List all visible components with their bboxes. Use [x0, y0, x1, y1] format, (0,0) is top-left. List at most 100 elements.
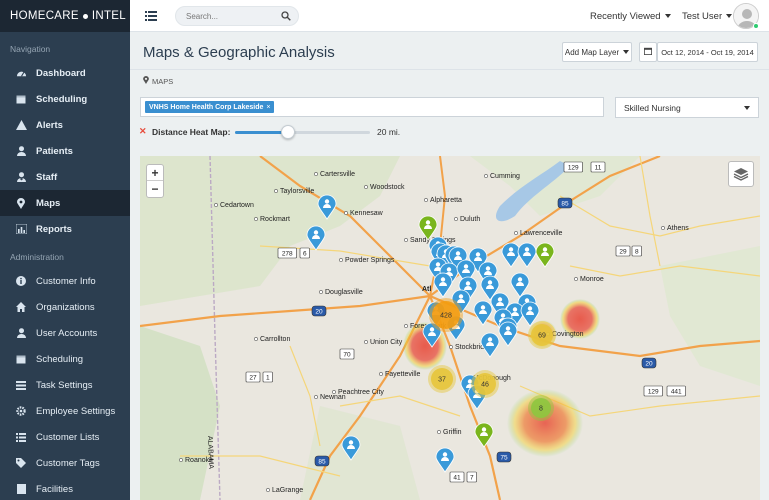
- road-shield: 27: [245, 371, 261, 383]
- city-dot: [332, 390, 336, 394]
- road-shield-label: 29: [619, 249, 627, 256]
- sidebar-item-customer-lists[interactable]: Customer Lists: [0, 424, 130, 450]
- road-shield-label: 129: [568, 165, 579, 172]
- road-shield: 129: [563, 161, 583, 173]
- city-dot: [404, 324, 408, 328]
- sidebar-item-facilities[interactable]: Facilities: [0, 476, 130, 500]
- marker-cluster[interactable]: 46: [471, 370, 499, 398]
- city-label: Peachtree City: [338, 389, 384, 396]
- road-shield-label: 27: [249, 375, 257, 382]
- online-status-indicator: [753, 23, 759, 29]
- sidebar-item-label: Customer Info: [36, 275, 96, 287]
- zoom-in-button[interactable]: +: [147, 165, 163, 181]
- heat-map-remove-icon[interactable]: ✕: [139, 126, 147, 137]
- sidebar-item-patients[interactable]: Patients: [0, 138, 130, 164]
- city-dot: [574, 277, 578, 281]
- map-view[interactable]: Cartersville Taylorsville Cedartown Rockmar…: [140, 156, 760, 500]
- road-shield-label: 6: [303, 251, 307, 258]
- marker-cluster[interactable]: 37: [428, 365, 456, 393]
- distance-slider-handle[interactable]: [280, 125, 295, 139]
- date-range-picker[interactable]: Oct 12, 2014 - Oct 19, 2014: [657, 42, 758, 62]
- user-icon: [14, 144, 28, 158]
- brand-left: HOMECARE: [10, 10, 79, 22]
- tag-remove-icon[interactable]: ×: [266, 104, 270, 111]
- chevron-down-icon: [623, 50, 630, 54]
- city-dot: [339, 258, 343, 262]
- sidebar-item-employee-settings[interactable]: Employee Settings: [0, 398, 130, 424]
- road-shield: 20: [311, 305, 327, 317]
- sidebar-item-dashboard[interactable]: Dashboard: [0, 60, 130, 86]
- recently-viewed-dropdown[interactable]: Recently Viewed: [590, 11, 671, 22]
- road-shield: 441: [666, 385, 686, 397]
- sidebar-item-maps[interactable]: Maps: [0, 190, 130, 216]
- road-shield-label: 129: [648, 389, 659, 396]
- road-shield-label: 20: [645, 361, 653, 368]
- sidebar-item-label: Employee Settings: [36, 405, 116, 417]
- sidebar-item-user-accounts[interactable]: User Accounts: [0, 320, 130, 346]
- city-label: Monroe: [580, 276, 604, 283]
- search-input[interactable]: Search...: [175, 6, 299, 26]
- layers-icon[interactable]: [728, 161, 754, 187]
- city-dot: [364, 340, 368, 344]
- city-label: Griffin: [443, 429, 462, 436]
- service-type-select[interactable]: Skilled Nursing: [615, 97, 759, 118]
- organization-tag: VNHS Home Health Corp Lakeside ×: [145, 101, 275, 113]
- sidebar-item-label: Alerts: [36, 119, 63, 131]
- city-label: Carrollton: [260, 336, 290, 343]
- sidebar-item-label: Scheduling: [36, 93, 88, 105]
- organization-tag-input[interactable]: VNHS Home Health Corp Lakeside ×: [140, 97, 604, 117]
- road-shield: 8: [631, 245, 642, 257]
- road-shield: 75: [496, 451, 512, 463]
- recently-viewed-label: Recently Viewed: [590, 11, 661, 22]
- brand-dot: [82, 13, 88, 19]
- road-shield: 20: [641, 357, 657, 369]
- sidebar-item-label: Scheduling: [36, 353, 84, 365]
- sidebar-item-customer-info[interactable]: Customer Info: [0, 268, 130, 294]
- sidebar-item-label: Organizations: [36, 301, 95, 313]
- user-menu[interactable]: Test User: [682, 11, 733, 22]
- marker-cluster-count: 46: [481, 382, 489, 389]
- brand-logo[interactable]: HOMECARE INTEL: [0, 0, 130, 32]
- marker-cluster[interactable]: 428: [429, 298, 463, 332]
- city-label: Duluth: [460, 216, 480, 223]
- search-icon[interactable]: [281, 11, 291, 23]
- distance-slider-fill: [235, 131, 288, 134]
- sidebar-item-scheduling[interactable]: Scheduling: [0, 86, 130, 112]
- sidebar-item-reports[interactable]: Reports: [0, 216, 130, 242]
- add-map-layer-button[interactable]: Add Map Layer: [562, 42, 632, 62]
- road-shield-label: 20: [315, 309, 323, 316]
- sidebar-item-organizations[interactable]: Organizations: [0, 294, 130, 320]
- sidebar-item-task-settings[interactable]: Task Settings: [0, 372, 130, 398]
- sidebar-item-admin-scheduling[interactable]: Scheduling: [0, 346, 130, 372]
- brand-right: INTEL: [91, 10, 126, 22]
- sidebar-item-staff[interactable]: Staff: [0, 164, 130, 190]
- road-shield: 41: [449, 471, 465, 483]
- nav-heading: Navigation: [10, 44, 51, 54]
- sidebar-item-label: Task Settings: [36, 379, 93, 391]
- city-dot: [179, 458, 183, 462]
- road-shield: 85: [557, 197, 573, 209]
- marker-cluster[interactable]: 69: [528, 321, 556, 349]
- marker-cluster[interactable]: 8: [528, 395, 554, 421]
- city-dot: [314, 395, 318, 399]
- city-label: Taylorsville: [280, 188, 314, 195]
- map-canvas[interactable]: Cartersville Taylorsville Cedartown Rockmar…: [140, 156, 760, 500]
- sidebar-item-alerts[interactable]: Alerts: [0, 112, 130, 138]
- zoom-out-button[interactable]: −: [147, 181, 163, 197]
- city-label: Rockmart: [260, 216, 290, 223]
- road-shield: 85: [314, 455, 330, 467]
- marker-cluster-count: 37: [438, 377, 446, 384]
- distance-slider-track[interactable]: [235, 131, 370, 134]
- city-dot: [404, 238, 408, 242]
- city-dot: [214, 203, 218, 207]
- breadcrumb-maps[interactable]: MAPS: [152, 77, 173, 86]
- sidebar-item-customer-tags[interactable]: Customer Tags: [0, 450, 130, 476]
- city-label: Lawrenceville: [520, 230, 563, 237]
- home-icon: [14, 300, 28, 314]
- header-divider: [130, 69, 769, 70]
- road-shield-label: 70: [343, 352, 351, 359]
- tag-icon: [14, 456, 28, 470]
- hamburger-menu-icon[interactable]: [145, 10, 157, 22]
- date-range-calendar-button[interactable]: [639, 42, 657, 62]
- road-shield-label: 41: [453, 475, 461, 482]
